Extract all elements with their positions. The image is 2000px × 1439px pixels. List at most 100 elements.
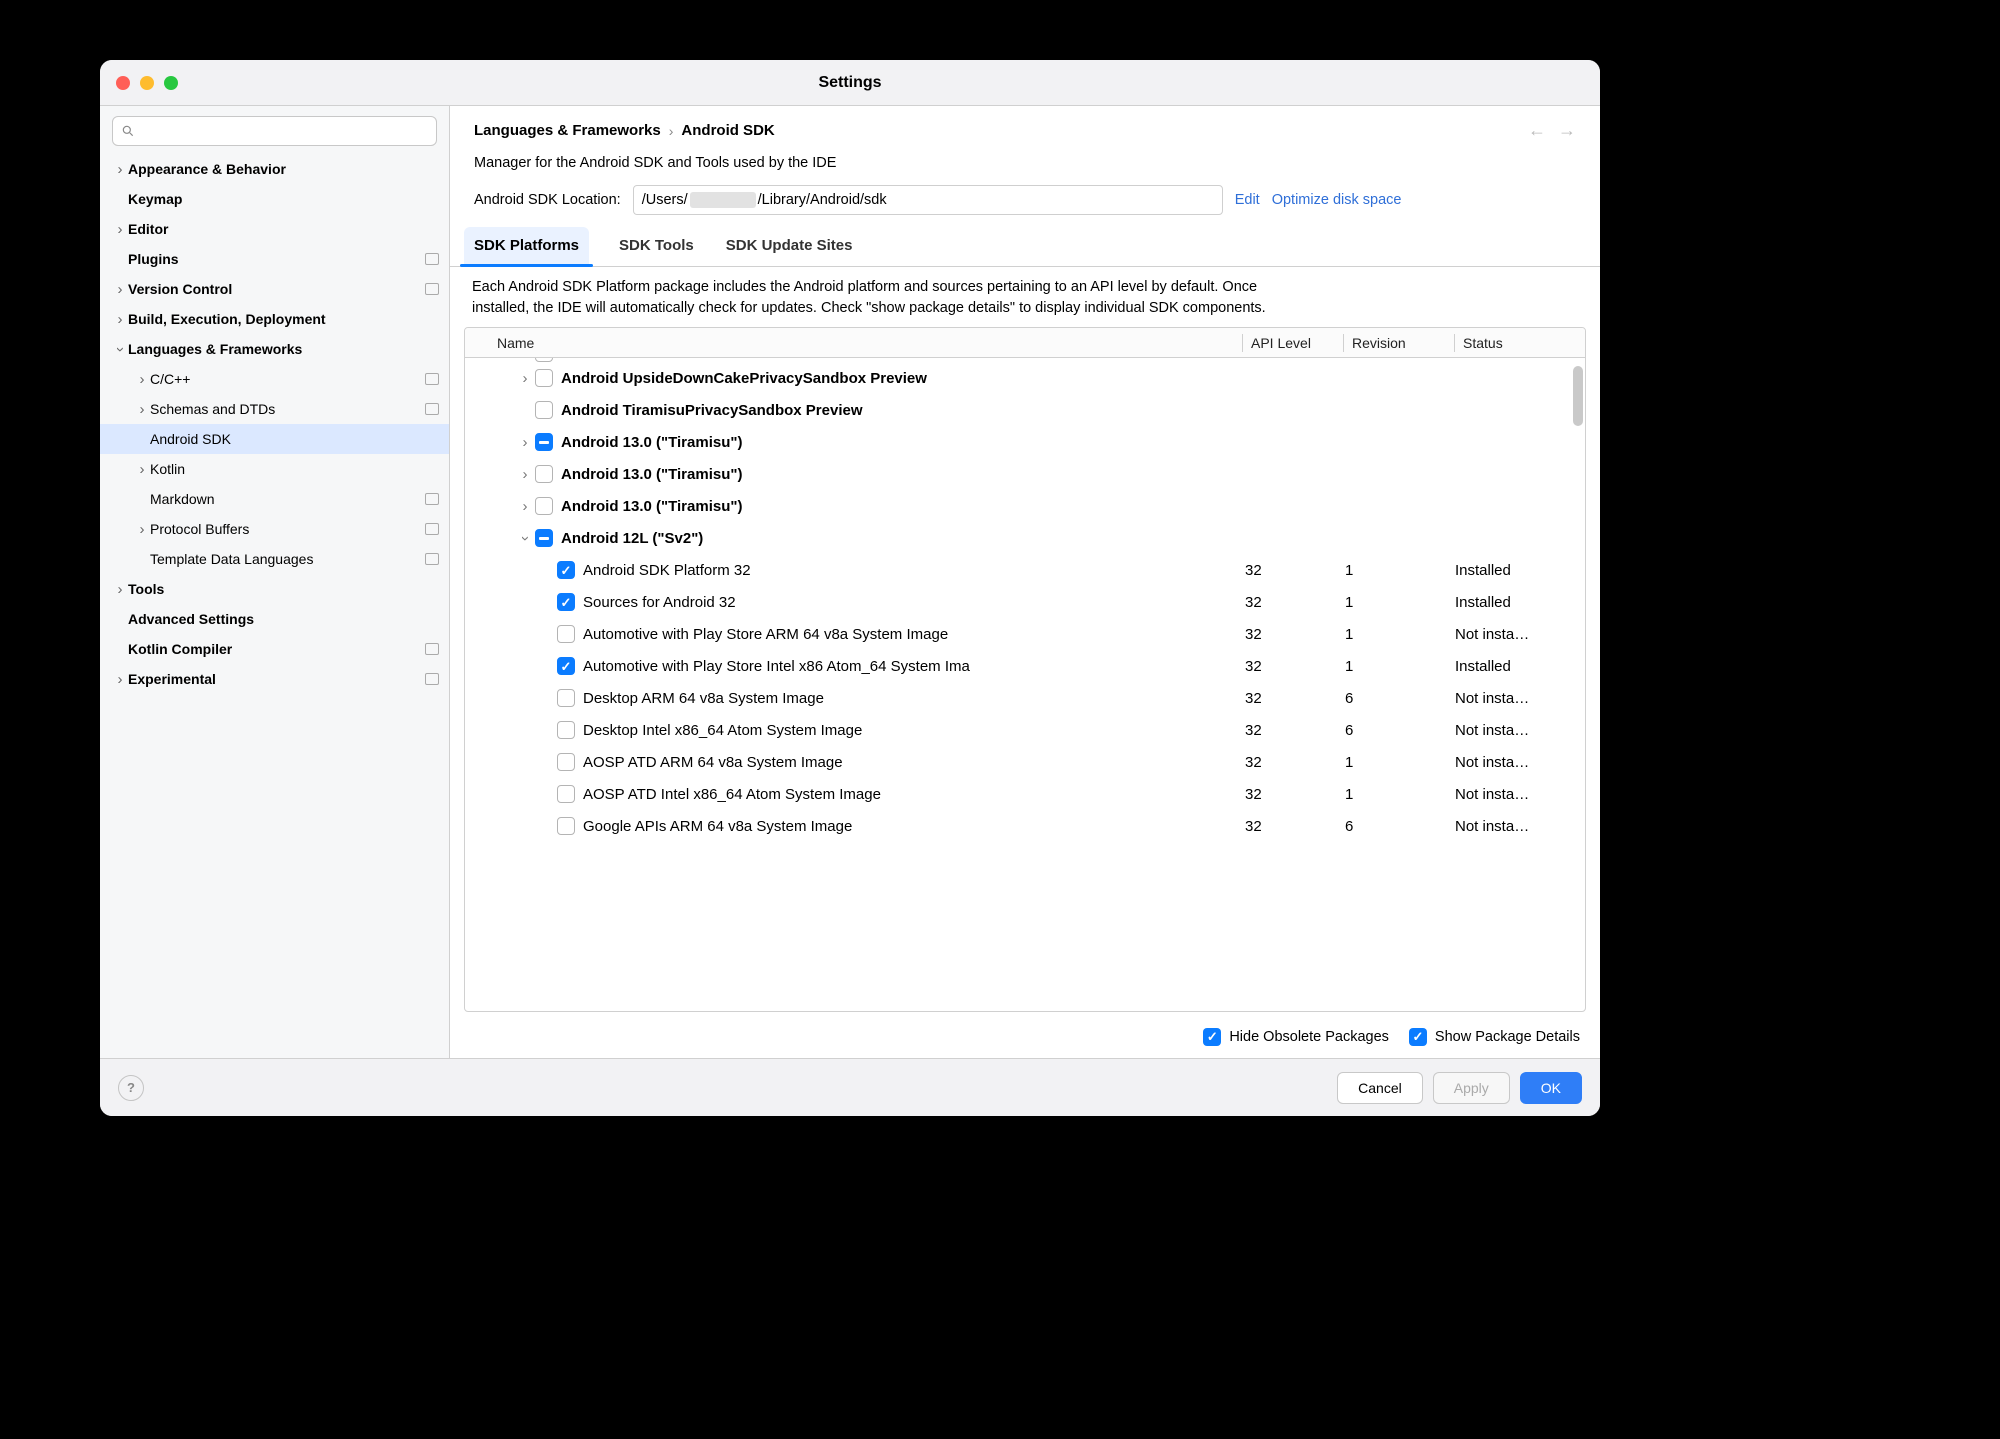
- chevron-right-icon[interactable]: [515, 466, 535, 483]
- table-row[interactable]: Android 12L ("Sv2"): [465, 522, 1585, 554]
- table-row[interactable]: Automotive with Play Store Intel x86 Ato…: [465, 650, 1585, 682]
- ok-button[interactable]: OK: [1520, 1072, 1582, 1104]
- column-status[interactable]: Status: [1455, 335, 1585, 351]
- table-row[interactable]: Android 13.0 ("Tiramisu"): [465, 426, 1585, 458]
- table-row[interactable]: AOSP ATD Intel x86_64 Atom System Image3…: [465, 778, 1585, 810]
- checkbox[interactable]: [535, 401, 553, 419]
- chevron-right-icon[interactable]: [134, 371, 150, 388]
- sidebar-item[interactable]: Version Control: [100, 274, 449, 304]
- row-api: 32: [1245, 722, 1345, 739]
- checkbox[interactable]: [535, 433, 553, 451]
- checkbox[interactable]: [557, 753, 575, 771]
- show-package-details-checkbox[interactable]: Show Package Details: [1409, 1028, 1580, 1046]
- sidebar-item[interactable]: Experimental: [100, 664, 449, 694]
- chevron-right-icon[interactable]: [515, 370, 535, 387]
- row-name: Android UpsideDownCakePrivacySandbox Pre…: [561, 370, 927, 387]
- checkbox[interactable]: [557, 593, 575, 611]
- sidebar-item[interactable]: Kotlin Compiler: [100, 634, 449, 664]
- checkbox[interactable]: [557, 785, 575, 803]
- breadcrumb-root[interactable]: Languages & Frameworks: [474, 122, 661, 139]
- chevron-right-icon[interactable]: [112, 161, 128, 178]
- nav-forward-icon[interactable]: →: [1558, 120, 1576, 141]
- sidebar-item[interactable]: Protocol Buffers: [100, 514, 449, 544]
- sidebar-item[interactable]: Build, Execution, Deployment: [100, 304, 449, 334]
- sidebar-item[interactable]: Schemas and DTDs: [100, 394, 449, 424]
- row-status: Not insta…: [1455, 754, 1585, 771]
- chevron-right-icon[interactable]: [515, 358, 535, 362]
- checkbox[interactable]: [557, 721, 575, 739]
- table-row[interactable]: Android SDK Platform 32321Installed: [465, 554, 1585, 586]
- row-revision: 1: [1345, 754, 1455, 771]
- checkbox[interactable]: [535, 497, 553, 515]
- apply-button[interactable]: Apply: [1433, 1072, 1510, 1104]
- table-row[interactable]: AOSP ATD ARM 64 v8a System Image321Not i…: [465, 746, 1585, 778]
- row-status: Not insta…: [1455, 786, 1585, 803]
- column-api-level[interactable]: API Level: [1243, 335, 1343, 351]
- help-icon[interactable]: ?: [118, 1075, 144, 1101]
- table-row[interactable]: Desktop ARM 64 v8a System Image326Not in…: [465, 682, 1585, 714]
- checkbox[interactable]: [557, 625, 575, 643]
- table-row[interactable]: Automotive with Play Store ARM 64 v8a Sy…: [465, 618, 1585, 650]
- search-input-wrapper: [112, 116, 437, 146]
- sidebar-item[interactable]: Appearance & Behavior: [100, 154, 449, 184]
- tab[interactable]: SDK Update Sites: [724, 227, 855, 266]
- checkbox[interactable]: [557, 817, 575, 835]
- checkbox[interactable]: [535, 465, 553, 483]
- table-row[interactable]: Desktop Intel x86_64 Atom System Image32…: [465, 714, 1585, 746]
- sdk-location-input[interactable]: /Users/ XXXXXX /Library/Android/sdk: [633, 185, 1223, 215]
- chevron-right-icon[interactable]: [515, 530, 535, 547]
- settings-window: Settings Appearance & BehaviorKeymapEdit…: [100, 60, 1600, 1116]
- checkbox[interactable]: [557, 657, 575, 675]
- chevron-right-icon[interactable]: [134, 401, 150, 418]
- row-api: 32: [1245, 562, 1345, 579]
- cancel-button[interactable]: Cancel: [1337, 1072, 1423, 1104]
- checkbox[interactable]: [535, 358, 553, 362]
- chevron-right-icon[interactable]: [134, 461, 150, 478]
- chevron-right-icon[interactable]: [112, 281, 128, 298]
- hide-obsolete-checkbox[interactable]: Hide Obsolete Packages: [1203, 1028, 1389, 1046]
- sidebar-item[interactable]: C/C++: [100, 364, 449, 394]
- chevron-right-icon[interactable]: [134, 521, 150, 538]
- nav-back-icon[interactable]: ←: [1528, 120, 1546, 141]
- table-row[interactable]: Android 13.0 ("Tiramisu"): [465, 490, 1585, 522]
- sidebar-item[interactable]: Editor: [100, 214, 449, 244]
- chevron-right-icon[interactable]: [515, 498, 535, 515]
- sidebar-item[interactable]: Advanced Settings: [100, 604, 449, 634]
- tab[interactable]: SDK Tools: [617, 227, 696, 266]
- project-scope-icon: [425, 643, 439, 655]
- sidebar-item[interactable]: Template Data Languages: [100, 544, 449, 574]
- sidebar-item-label: Schemas and DTDs: [150, 401, 275, 417]
- chevron-right-icon[interactable]: [112, 311, 128, 328]
- sidebar-item[interactable]: Languages & Frameworks: [100, 334, 449, 364]
- optimize-disk-space-link[interactable]: Optimize disk space: [1272, 192, 1402, 208]
- sidebar-item[interactable]: Plugins: [100, 244, 449, 274]
- checkbox[interactable]: [535, 369, 553, 387]
- tab[interactable]: SDK Platforms: [464, 227, 589, 266]
- dialog-button-bar: ? Cancel Apply OK: [100, 1058, 1600, 1116]
- checkbox[interactable]: [557, 561, 575, 579]
- chevron-right-icon[interactable]: [515, 434, 535, 451]
- sidebar-item[interactable]: Android SDK: [100, 424, 449, 454]
- chevron-right-icon[interactable]: [112, 341, 128, 358]
- column-name[interactable]: Name: [465, 335, 1242, 351]
- checkbox[interactable]: [535, 529, 553, 547]
- table-row[interactable]: Google APIs ARM 64 v8a System Image326No…: [465, 810, 1585, 842]
- search-input[interactable]: [141, 117, 428, 145]
- table-row[interactable]: Android TiramisuPrivacySandbox Preview: [465, 394, 1585, 426]
- sidebar-item[interactable]: Kotlin: [100, 454, 449, 484]
- table-row[interactable]: Sources for Android 32321Installed: [465, 586, 1585, 618]
- table-row[interactable]: Android 13.0 ("Tiramisu"): [465, 458, 1585, 490]
- chevron-right-icon[interactable]: [112, 581, 128, 598]
- sidebar-item[interactable]: Keymap: [100, 184, 449, 214]
- scrollbar-thumb[interactable]: [1573, 366, 1583, 426]
- sidebar-item[interactable]: Tools: [100, 574, 449, 604]
- search-icon: [121, 124, 135, 138]
- chevron-right-icon[interactable]: [112, 671, 128, 688]
- sidebar-item[interactable]: Markdown: [100, 484, 449, 514]
- chevron-right-icon[interactable]: [112, 221, 128, 238]
- checkbox[interactable]: [557, 689, 575, 707]
- row-api: 32: [1245, 658, 1345, 675]
- edit-link[interactable]: Edit: [1235, 192, 1260, 208]
- column-revision[interactable]: Revision: [1344, 335, 1454, 351]
- table-row[interactable]: Android UpsideDownCakePrivacySandbox Pre…: [465, 362, 1585, 394]
